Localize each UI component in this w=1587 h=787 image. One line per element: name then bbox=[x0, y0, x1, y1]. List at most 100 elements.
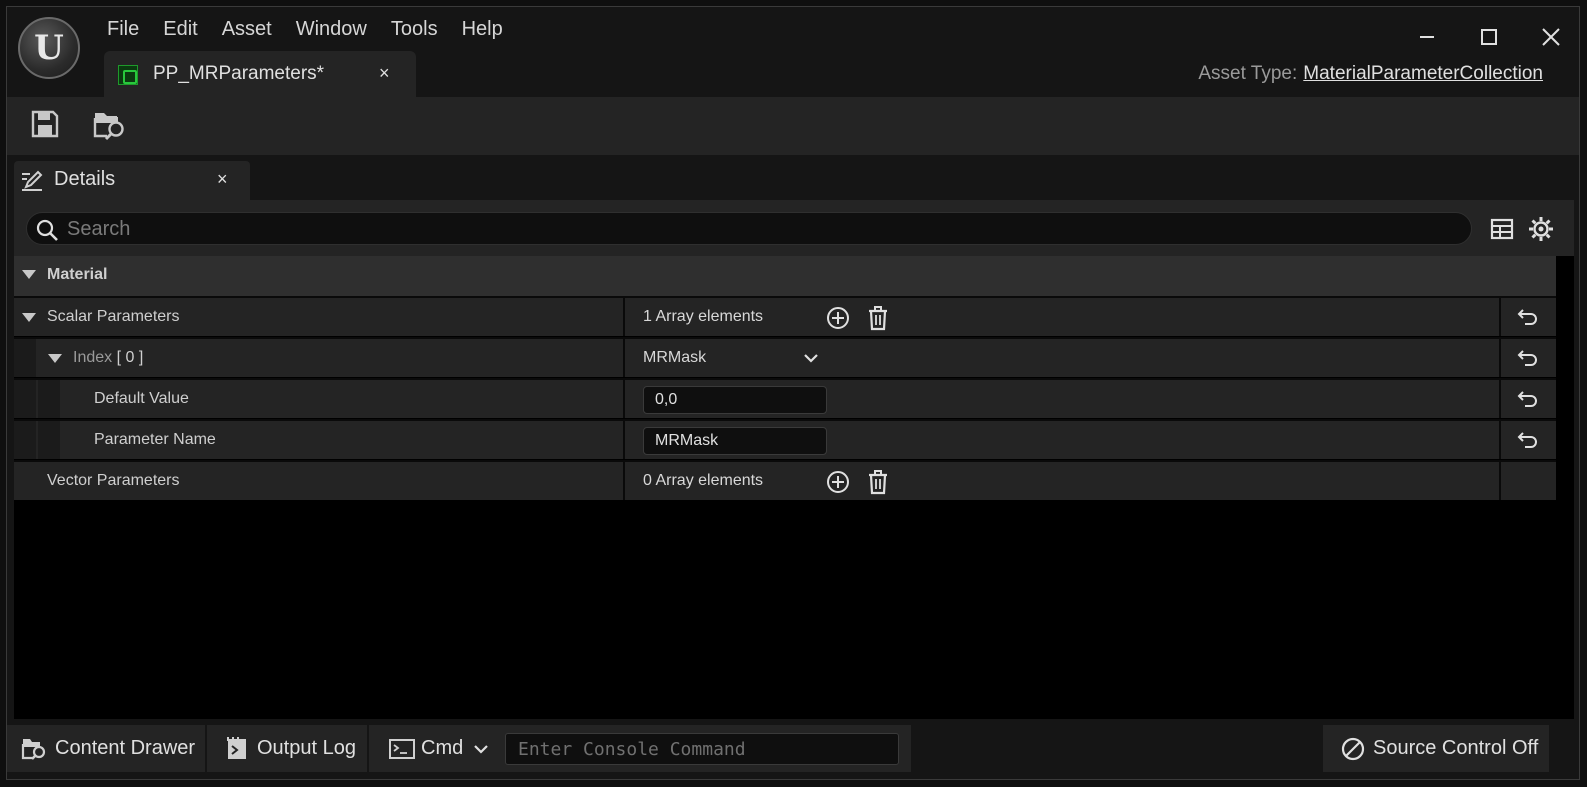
output-log-button[interactable]: Output Log bbox=[207, 725, 367, 772]
menu-bar: File Edit Asset Window Tools Help bbox=[95, 17, 515, 47]
cmd-label: Cmd bbox=[421, 737, 464, 759]
name-cell[interactable]: Index [ 0 ] bbox=[14, 339, 621, 377]
index-name-value: MRMask bbox=[643, 349, 707, 366]
minimize-icon bbox=[1420, 36, 1434, 38]
chevron-down-icon[interactable] bbox=[803, 352, 819, 364]
cmd-dropdown[interactable]: Cmd bbox=[389, 737, 489, 760]
name-cell[interactable]: Scalar Parameters bbox=[14, 298, 621, 336]
reset-cell bbox=[1499, 380, 1556, 418]
expand-arrow-icon bbox=[22, 270, 36, 279]
value-cell: 0,0 bbox=[623, 380, 1499, 418]
output-log-icon bbox=[227, 736, 246, 759]
details-tab-label: Details bbox=[54, 168, 116, 190]
vector-parameters-row: Vector Parameters 0 Array elements bbox=[14, 460, 1556, 500]
asset-type-label: Asset Type: bbox=[1198, 63, 1298, 84]
source-control-button[interactable]: Source Control Off bbox=[1323, 725, 1549, 772]
search-row bbox=[14, 200, 1574, 256]
indent-bar bbox=[14, 339, 36, 377]
value-cell: MRMask bbox=[623, 339, 1499, 377]
toolbar bbox=[7, 97, 1579, 155]
asset-editor-window: U File Edit Asset Window Tools Help PP_M… bbox=[6, 6, 1580, 780]
reset-cell bbox=[1499, 462, 1556, 500]
close-icon bbox=[1542, 28, 1560, 46]
search-icon bbox=[36, 219, 58, 241]
default-value-field[interactable]: 0,0 bbox=[643, 386, 827, 414]
unreal-logo-icon[interactable]: U bbox=[18, 17, 80, 79]
asset-type-link[interactable]: MaterialParameterCollection bbox=[1303, 63, 1543, 84]
add-element-icon[interactable] bbox=[825, 469, 851, 495]
logo-letter: U bbox=[34, 28, 64, 68]
default-value-row: Default Value 0,0 bbox=[14, 378, 1556, 418]
menu-edit[interactable]: Edit bbox=[151, 17, 209, 47]
reset-to-default-icon[interactable] bbox=[1517, 389, 1539, 411]
material-parameter-collection-icon bbox=[118, 65, 138, 85]
vector-array-count: 0 Array elements bbox=[643, 472, 764, 489]
details-tab-close-button[interactable]: × bbox=[217, 169, 228, 190]
name-cell[interactable]: Vector Parameters bbox=[14, 462, 621, 500]
folder-search-icon bbox=[93, 113, 124, 141]
console-command-input[interactable] bbox=[506, 734, 898, 764]
index-word: Index bbox=[73, 349, 113, 366]
console-input-box bbox=[505, 733, 899, 765]
property-matrix-icon[interactable] bbox=[1490, 217, 1514, 241]
indent-bar bbox=[14, 380, 36, 418]
index-row: Index [ 0 ] MRMask bbox=[14, 337, 1556, 377]
window-controls bbox=[1413, 23, 1565, 51]
reset-to-default-icon[interactable] bbox=[1517, 430, 1539, 452]
trash-icon[interactable] bbox=[865, 305, 891, 331]
reset-cell bbox=[1499, 298, 1556, 336]
status-bar: Content Drawer Output Log Cmd Enter Cons… bbox=[7, 719, 1579, 779]
reset-cell bbox=[1499, 339, 1556, 377]
content-drawer-button[interactable]: Content Drawer bbox=[7, 725, 205, 772]
name-cell: Parameter Name bbox=[14, 421, 621, 459]
maximize-button[interactable] bbox=[1475, 23, 1503, 51]
menu-help[interactable]: Help bbox=[450, 17, 515, 47]
document-tab-label: PP_MRParameters* bbox=[153, 63, 325, 84]
default-value-label: Default Value bbox=[94, 390, 189, 407]
value-cell: 0 Array elements bbox=[623, 462, 1499, 500]
indent-bar bbox=[14, 421, 36, 459]
content-drawer-icon bbox=[21, 738, 46, 760]
output-log-label: Output Log bbox=[257, 737, 356, 759]
scalar-parameters-row: Scalar Parameters 1 Array elements bbox=[14, 296, 1556, 336]
browse-to-asset-button[interactable] bbox=[93, 109, 129, 143]
menu-asset[interactable]: Asset bbox=[210, 17, 284, 47]
document-tab[interactable]: PP_MRParameters* × bbox=[104, 51, 416, 98]
value-cell: 1 Array elements bbox=[623, 298, 1499, 336]
asset-type-info: Asset Type: MaterialParameterCollection bbox=[1198, 63, 1543, 85]
index-bracket: [ 0 ] bbox=[116, 349, 144, 366]
reset-to-default-icon[interactable] bbox=[1517, 348, 1539, 370]
menu-file[interactable]: File bbox=[95, 17, 151, 47]
details-panel: Material Scalar Parameters 1 Array eleme… bbox=[14, 200, 1574, 719]
save-button[interactable] bbox=[30, 109, 66, 143]
minimize-button[interactable] bbox=[1413, 23, 1441, 51]
details-pencil-icon bbox=[22, 170, 43, 191]
reset-cell bbox=[1499, 421, 1556, 459]
details-tab[interactable]: Details × bbox=[14, 161, 250, 200]
source-control-off-icon bbox=[1341, 737, 1365, 760]
indent-bar bbox=[38, 380, 60, 418]
close-window-button[interactable] bbox=[1537, 23, 1565, 51]
indent-bar bbox=[38, 421, 60, 459]
source-control-label: Source Control Off bbox=[1373, 737, 1539, 759]
scalar-parameters-label: Scalar Parameters bbox=[47, 308, 180, 325]
category-material[interactable]: Material bbox=[14, 256, 1556, 296]
reset-to-default-icon[interactable] bbox=[1517, 307, 1539, 329]
trash-icon[interactable] bbox=[865, 469, 891, 495]
parameter-name-row: Parameter Name MRMask bbox=[14, 419, 1556, 459]
category-label: Material bbox=[47, 266, 108, 283]
scalar-array-count: 1 Array elements bbox=[643, 308, 764, 325]
menu-tools[interactable]: Tools bbox=[379, 17, 450, 47]
expand-arrow-icon bbox=[48, 354, 62, 363]
search-input[interactable] bbox=[67, 216, 1447, 242]
search-box bbox=[26, 212, 1472, 245]
document-tab-close-button[interactable]: × bbox=[379, 63, 390, 84]
parameter-name-label: Parameter Name bbox=[94, 431, 216, 448]
name-cell: Default Value bbox=[14, 380, 621, 418]
vector-parameters-label: Vector Parameters bbox=[47, 472, 180, 489]
parameter-name-field[interactable]: MRMask bbox=[643, 427, 827, 455]
add-element-icon[interactable] bbox=[825, 305, 851, 331]
gear-icon[interactable] bbox=[1528, 216, 1554, 242]
menu-window[interactable]: Window bbox=[284, 17, 379, 47]
index-label: Index [ 0 ] bbox=[73, 349, 143, 367]
